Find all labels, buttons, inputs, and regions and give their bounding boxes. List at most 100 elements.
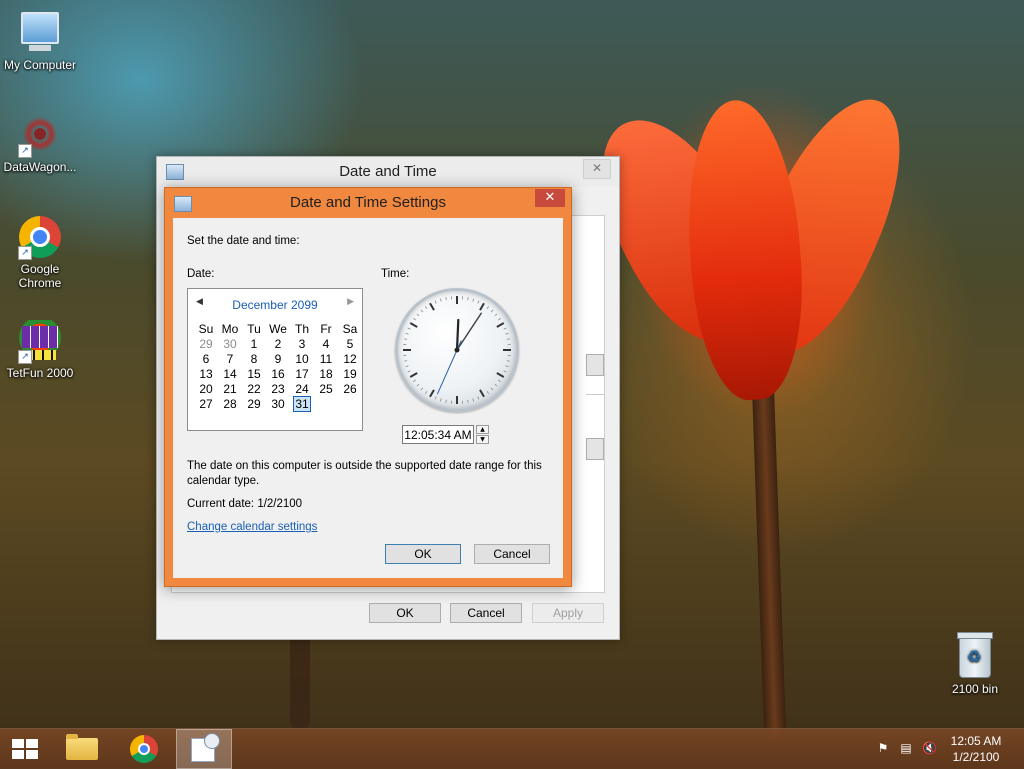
clock-minute-tick xyxy=(406,366,409,367)
desktop-icon-recycle-bin[interactable]: 2100 bin xyxy=(935,632,1015,696)
instruction-text: Set the date and time: xyxy=(187,235,300,247)
clock-minute-tick xyxy=(478,301,479,304)
shortcut-arrow-icon: ↗ xyxy=(18,350,32,364)
cancel-button[interactable]: Cancel xyxy=(450,603,522,623)
calendar-day[interactable]: 25 xyxy=(314,381,338,396)
close-button[interactable]: ✕ xyxy=(535,189,565,207)
desktop-icon-label: 2100 bin xyxy=(935,682,1015,696)
clock-minute-tick xyxy=(473,299,474,302)
clock-minute-tick xyxy=(495,314,497,316)
calendar-week-row: 13 14 15 16 17 18 19 xyxy=(194,366,362,381)
calendar-day[interactable]: 29 xyxy=(242,396,266,411)
calendar-month-title[interactable]: December 2099 xyxy=(188,298,362,312)
dialog-titlebar[interactable]: Date and Time Settings ✕ xyxy=(165,188,571,218)
calendar-day[interactable]: 22 xyxy=(242,381,266,396)
clock-minute-tick xyxy=(435,397,436,400)
calendar-week-row: 27 28 29 30 31 xyxy=(194,396,362,411)
calendar[interactable]: ◀ December 2099 ▶ Su Mo Tu We Th Fr Sa xyxy=(187,288,363,431)
close-button[interactable]: ✕ xyxy=(583,159,611,179)
windows-logo-icon xyxy=(12,739,38,759)
calendar-day[interactable]: 23 xyxy=(266,381,290,396)
desktop-icon-label: My Computer xyxy=(0,58,80,72)
start-button[interactable] xyxy=(0,729,56,769)
clock-minute-tick xyxy=(413,380,415,382)
calendar-day[interactable]: 11 xyxy=(314,351,338,366)
calendar-day[interactable]: 19 xyxy=(338,366,362,381)
clock-minute-tick xyxy=(404,339,407,340)
change-calendar-settings-link[interactable]: Change calendar settings xyxy=(187,521,317,533)
wallpaper-tulip-stem xyxy=(752,380,787,741)
calendar-day[interactable]: 20 xyxy=(194,381,218,396)
warning-text-line1: The date on this computer is outside the… xyxy=(187,460,542,472)
taskbar-clock[interactable]: 12:05 AM 1/2/2100 xyxy=(946,733,1006,765)
calendar-day-selected[interactable]: 31 xyxy=(290,396,314,411)
calendar-day[interactable]: 7 xyxy=(218,351,242,366)
clock-minute-tick xyxy=(498,380,500,382)
clock-minute-tick xyxy=(506,366,509,367)
desktop-icon-tetfun[interactable]: ↗ TetFun 2000 xyxy=(0,320,80,380)
clock-minute-tick xyxy=(498,318,500,320)
time-up-icon[interactable]: ▲ xyxy=(476,425,489,434)
taskbar-file-explorer[interactable] xyxy=(54,729,110,769)
dialog-body: Set the date and time: Date: Time: ◀ Dec… xyxy=(173,218,563,578)
calendar-day[interactable]: 12 xyxy=(338,351,362,366)
taskbar-chrome[interactable] xyxy=(116,729,172,769)
calendar-day[interactable]: 30 xyxy=(218,336,242,351)
weekday-header-row: Su Mo Tu We Th Fr Sa xyxy=(194,321,362,336)
next-month-icon[interactable]: ▶ xyxy=(347,297,354,307)
apply-button[interactable]: Apply xyxy=(532,603,604,623)
calendar-day[interactable]: 14 xyxy=(218,366,242,381)
calendar-day[interactable]: 6 xyxy=(194,351,218,366)
dialog-title: Date and Time Settings xyxy=(165,194,571,211)
calendar-day xyxy=(338,396,362,411)
network-icon[interactable]: ▤ xyxy=(899,741,913,755)
desktop-icon-datawagon[interactable]: ↗ DataWagon... xyxy=(0,114,80,174)
time-field[interactable]: 12:05:34 AM xyxy=(402,425,474,444)
calendar-day[interactable]: 26 xyxy=(338,381,362,396)
desktop-icon-my-computer[interactable]: My Computer xyxy=(0,8,80,72)
calendar-week-row: 20 21 22 23 24 25 26 xyxy=(194,381,362,396)
clock-minute-tick xyxy=(504,328,507,329)
taskbar-date-time[interactable] xyxy=(176,729,232,769)
calendar-day[interactable]: 24 xyxy=(290,381,314,396)
calendar-day[interactable]: 16 xyxy=(266,366,290,381)
change-timezone-button-edge[interactable] xyxy=(586,438,604,460)
calendar-day[interactable]: 8 xyxy=(242,351,266,366)
clock-center-pin xyxy=(455,348,460,353)
ok-button[interactable]: OK xyxy=(385,544,461,564)
ok-button[interactable]: OK xyxy=(369,603,441,623)
window-titlebar[interactable]: Date and Time ✕ xyxy=(157,157,619,187)
clock-minute-tick xyxy=(417,384,419,386)
calendar-day[interactable]: 3 xyxy=(290,336,314,351)
calendar-day[interactable]: 13 xyxy=(194,366,218,381)
calendar-day[interactable]: 29 xyxy=(194,336,218,351)
calendar-day[interactable]: 17 xyxy=(290,366,314,381)
calendar-day[interactable]: 5 xyxy=(338,336,362,351)
calendar-day[interactable]: 27 xyxy=(194,396,218,411)
folder-icon xyxy=(66,738,98,760)
desktop-icon-google-chrome[interactable]: ↗ Google Chrome xyxy=(0,216,80,290)
flag-icon[interactable]: ⚑ xyxy=(876,741,890,755)
clock-minute-tick xyxy=(491,310,493,312)
calendar-day[interactable]: 9 xyxy=(266,351,290,366)
clock-minute-tick xyxy=(406,333,409,334)
weekday-header: Sa xyxy=(338,321,362,336)
clock-minute-tick xyxy=(487,391,489,393)
cancel-button[interactable]: Cancel xyxy=(474,544,550,564)
calendar-day[interactable]: 30 xyxy=(266,396,290,411)
calendar-day[interactable]: 18 xyxy=(314,366,338,381)
calendar-day[interactable]: 15 xyxy=(242,366,266,381)
calendar-day[interactable]: 28 xyxy=(218,396,242,411)
calendar-day[interactable]: 4 xyxy=(314,336,338,351)
clock-minute-tick xyxy=(468,400,469,403)
volume-muted-icon[interactable]: 🔇 xyxy=(922,741,936,755)
clock-minute-tick xyxy=(473,399,474,402)
clock-minute-tick xyxy=(487,306,489,308)
calendar-day xyxy=(314,396,338,411)
change-date-button-edge[interactable] xyxy=(586,354,604,376)
calendar-day[interactable]: 10 xyxy=(290,351,314,366)
calendar-day[interactable]: 2 xyxy=(266,336,290,351)
calendar-day[interactable]: 1 xyxy=(242,336,266,351)
calendar-day[interactable]: 21 xyxy=(218,381,242,396)
time-down-icon[interactable]: ▼ xyxy=(476,435,489,444)
